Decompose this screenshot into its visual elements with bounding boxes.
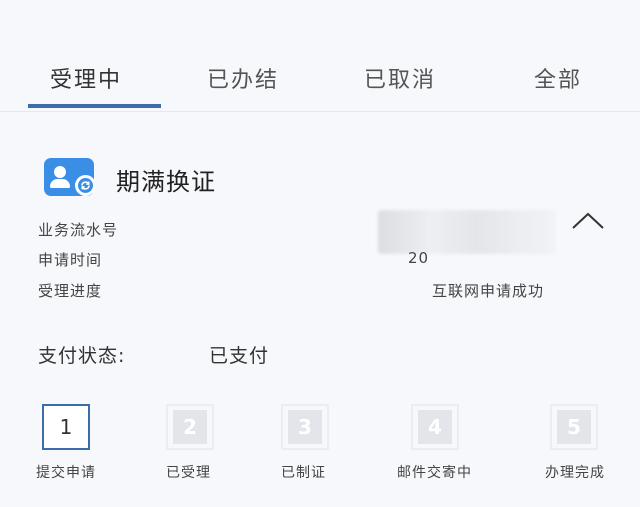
redacted-values [378,210,556,254]
apply-time-label: 申请时间 [38,251,103,269]
tab-in-progress[interactable]: 受理中 [50,62,122,94]
payment-status-label: 支付状态: [38,345,126,367]
step-1-number: 1 [59,415,73,439]
status-tab-bar: 受理中 已办结 已取消 全部 [0,0,640,112]
step-4-number: 4 [418,410,452,444]
step-2-label: 已受理 [166,465,211,481]
step-4-label: 邮件交寄中 [397,465,472,481]
step-3-number: 3 [288,410,322,444]
progress-label: 受理进度 [38,282,103,300]
chevron-up-icon [572,212,604,229]
step-5-label: 办理完成 [545,465,605,481]
step-2-number: 2 [173,410,207,444]
service-title: 期满换证 [116,168,216,196]
step-1-label: 提交申请 [36,465,96,481]
active-tab-indicator [28,104,161,108]
tab-all[interactable]: 全部 [534,62,582,94]
payment-status-value: 已支付 [209,345,270,367]
step-5-box: 5 [550,404,598,450]
user-renew-icon [44,158,96,196]
collapse-button[interactable] [568,206,608,236]
tab-completed[interactable]: 已办结 [207,62,279,94]
step-3-box: 3 [281,404,329,450]
tab-cancelled[interactable]: 已取消 [364,62,436,94]
step-2-box: 2 [166,404,214,450]
step-4-box: 4 [411,404,459,450]
apply-time-value: 20 [408,249,430,267]
step-1-box: 1 [42,404,90,450]
step-5-number: 5 [557,410,591,444]
progress-value: 互联网申请成功 [432,282,545,300]
step-3-label: 已制证 [281,465,326,481]
serial-number-label: 业务流水号 [38,221,119,239]
